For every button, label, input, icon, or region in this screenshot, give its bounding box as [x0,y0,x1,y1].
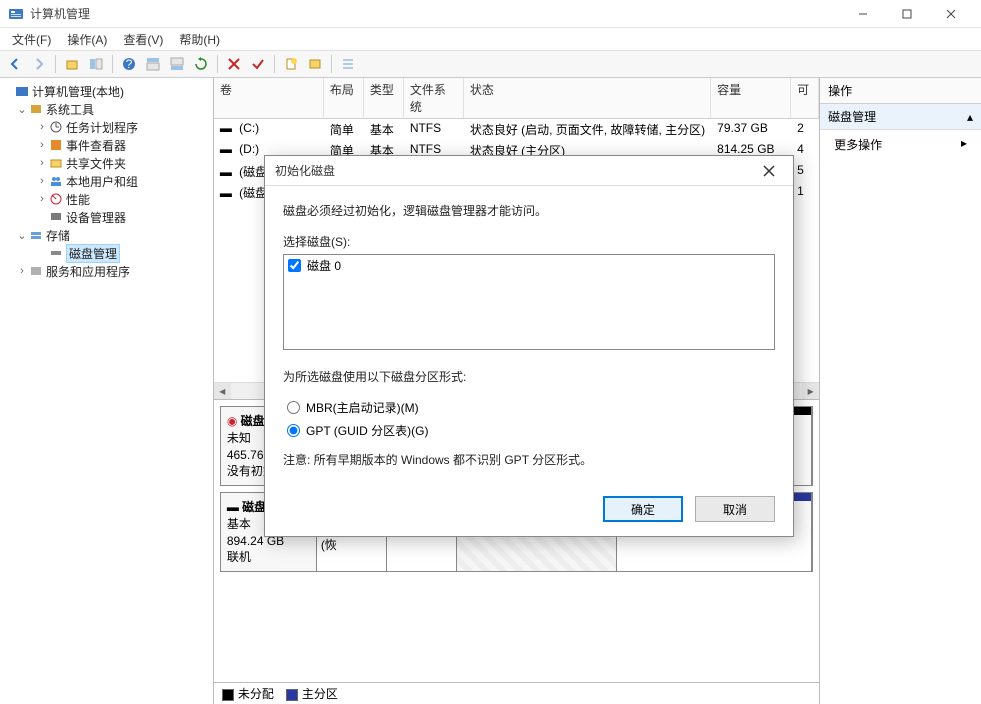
delete-icon[interactable] [223,53,245,75]
col-fs[interactable]: 文件系统 [404,78,464,118]
gpt-label: GPT (GUID 分区表)(G) [306,422,428,439]
mbr-radio[interactable] [287,401,300,414]
mbr-radio-row[interactable]: MBR(主启动记录)(M) [287,399,775,416]
back-button[interactable] [4,53,26,75]
dialog-message: 磁盘必须经过初始化，逻辑磁盘管理器才能访问。 [283,202,775,219]
menu-action[interactable]: 操作(A) [59,29,115,50]
tree-root[interactable]: 计算机管理(本地) [2,82,211,100]
col-volume[interactable]: 卷 [214,78,324,118]
ok-button[interactable]: 确定 [603,496,683,522]
tree-scheduler[interactable]: ›任务计划程序 [2,118,211,136]
tree-storage[interactable]: ⌄存储 [2,226,211,244]
menu-help[interactable]: 帮助(H) [171,29,228,50]
disk-checkbox-row[interactable]: 磁盘 0 [288,257,770,274]
list-icon[interactable] [337,53,359,75]
actions-section[interactable]: 磁盘管理▴ [820,104,981,130]
maximize-button[interactable] [885,0,929,28]
actions-more[interactable]: 更多操作▸ [820,130,981,159]
actions-pane: 操作 磁盘管理▴ 更多操作▸ [820,78,981,704]
col-capacity[interactable]: 容量 [711,78,791,118]
forward-button[interactable] [28,53,50,75]
tree-perf[interactable]: ›性能 [2,190,211,208]
col-free[interactable]: 可 [791,78,819,118]
menu-file[interactable]: 文件(F) [4,29,59,50]
view-top-icon[interactable] [142,53,164,75]
disk-list[interactable]: 磁盘 0 [283,254,775,350]
dialog-title: 初始化磁盘 [275,162,755,179]
toolbar: ? [0,50,981,78]
tree-diskmgmt[interactable]: 磁盘管理 [2,244,211,262]
disk0-checkbox[interactable] [288,259,301,272]
tree-services[interactable]: ›服务和应用程序 [2,262,211,280]
tree-localusers[interactable]: ›本地用户和组 [2,172,211,190]
mbr-label: MBR(主启动记录)(M) [306,399,419,416]
col-status[interactable]: 状态 [464,78,711,118]
tree-devmgr[interactable]: 设备管理器 [2,208,211,226]
help-button[interactable]: ? [118,53,140,75]
refresh-button[interactable] [190,53,212,75]
menubar: 文件(F) 操作(A) 查看(V) 帮助(H) [0,28,981,50]
new-icon[interactable] [280,53,302,75]
collapse-icon: ▴ [967,110,973,124]
gpt-radio[interactable] [287,424,300,437]
initialize-disk-dialog: 初始化磁盘 磁盘必须经过初始化，逻辑磁盘管理器才能访问。 选择磁盘(S): 磁盘… [264,155,794,537]
check-icon[interactable] [247,53,269,75]
dialog-note: 注意: 所有早期版本的 Windows 都不识别 GPT 分区形式。 [283,451,775,468]
partition-style-label: 为所选磁盘使用以下磁盘分区形式: [283,368,775,385]
properties-icon[interactable] [304,53,326,75]
close-button[interactable] [929,0,973,28]
tree-shared[interactable]: ›共享文件夹 [2,154,211,172]
nav-tree: 计算机管理(本地) ⌄系统工具 ›任务计划程序 ›事件查看器 ›共享文件夹 ›本… [0,78,214,704]
show-hide-tree-button[interactable] [85,53,107,75]
app-icon [8,6,24,22]
col-type[interactable]: 类型 [364,78,404,118]
dialog-close-button[interactable] [755,160,783,182]
legend: 未分配 主分区 [214,682,819,704]
select-disk-label: 选择磁盘(S): [283,233,775,250]
window-titlebar: 计算机管理 [0,0,981,28]
svg-text:?: ? [126,57,133,71]
cancel-button[interactable]: 取消 [695,496,775,522]
up-button[interactable] [61,53,83,75]
window-title: 计算机管理 [30,5,841,22]
chevron-right-icon: ▸ [961,136,967,153]
tree-eventviewer[interactable]: ›事件查看器 [2,136,211,154]
menu-view[interactable]: 查看(V) [115,29,171,50]
actions-header: 操作 [820,78,981,104]
tree-systools[interactable]: ⌄系统工具 [2,100,211,118]
volume-row[interactable]: ▬ (C:) 简单基本NTFS状态良好 (启动, 页面文件, 故障转储, 主分区… [214,119,819,140]
disk0-label: 磁盘 0 [307,257,341,274]
col-layout[interactable]: 布局 [324,78,364,118]
gpt-radio-row[interactable]: GPT (GUID 分区表)(G) [287,422,775,439]
view-bottom-icon[interactable] [166,53,188,75]
minimize-button[interactable] [841,0,885,28]
